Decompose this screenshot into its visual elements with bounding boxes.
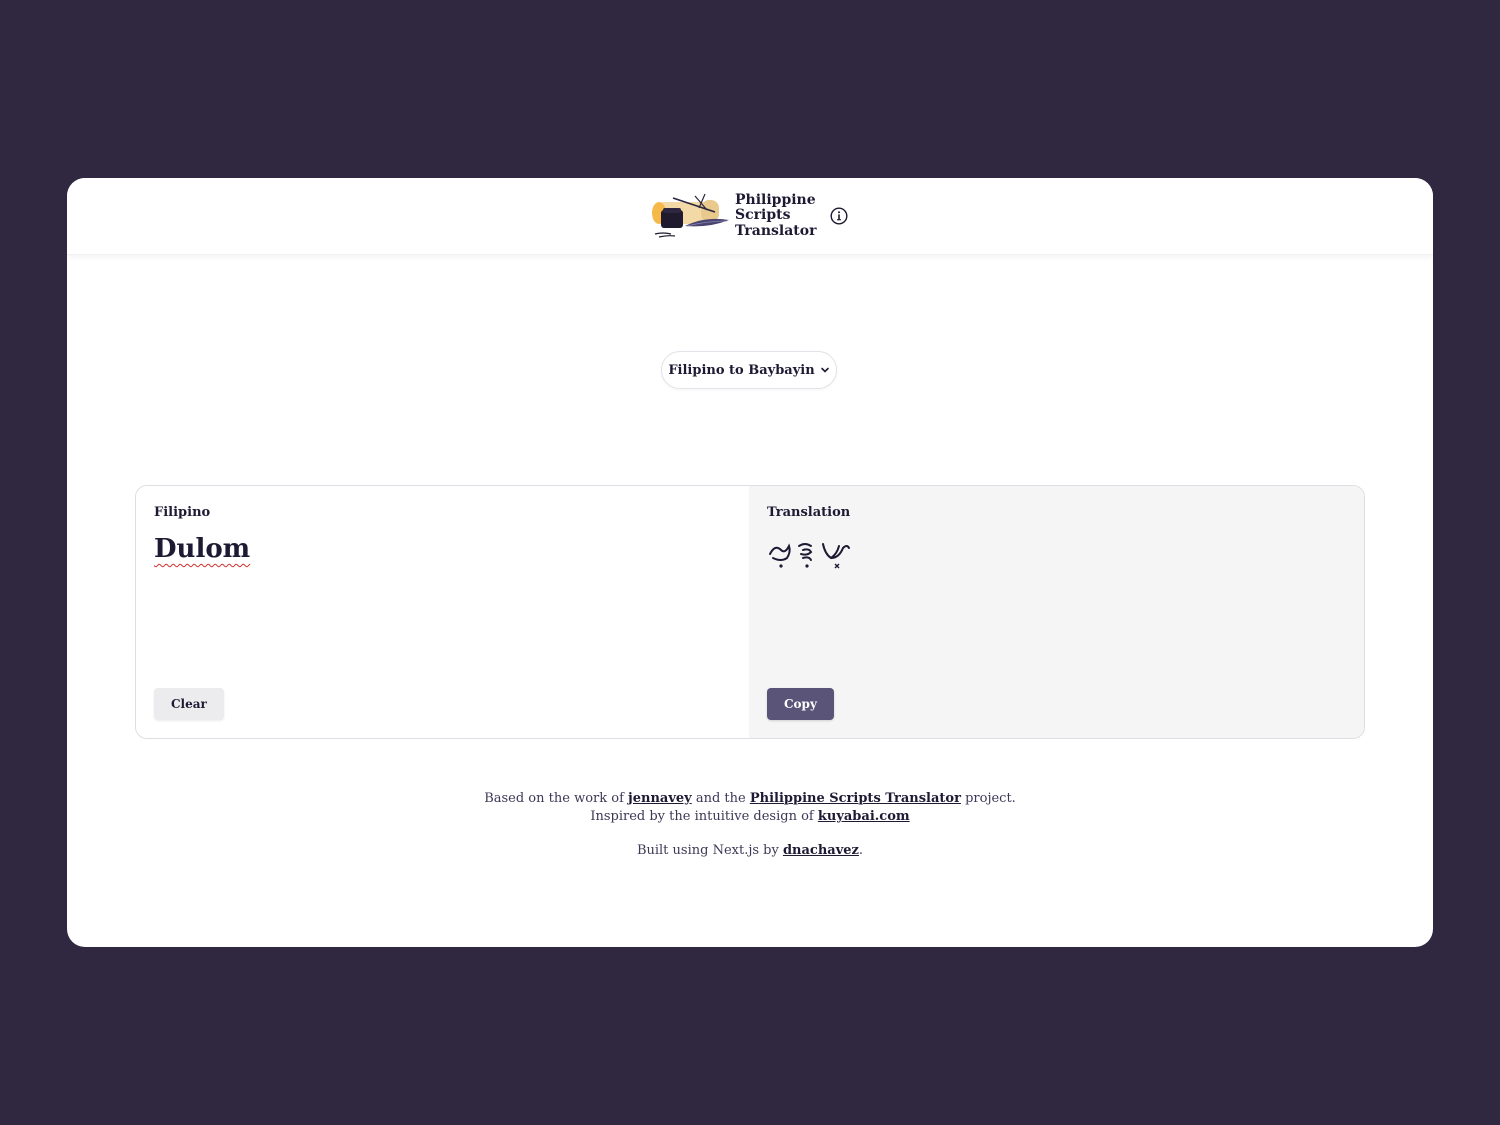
translation-label: Translation (767, 505, 851, 520)
footer-text: and the (691, 791, 750, 806)
baybayin-output-glyphs (769, 543, 850, 569)
footer-spacer (67, 826, 1433, 842)
footer: Based on the work of jennavey and the Ph… (67, 790, 1433, 860)
input-language-label: Filipino (154, 505, 211, 520)
output-panel: Translation Copy (749, 486, 1364, 738)
app-window: Philippine Scripts Translator Filipino t… (67, 178, 1433, 947)
jennavey-link[interactable]: jennavey (628, 791, 692, 806)
header: Philippine Scripts Translator (67, 178, 1433, 255)
footer-built-line: Built using Next.js by dnachavez. (67, 842, 1433, 860)
ink-scroll-logo-icon (652, 193, 729, 238)
footer-text: Inspired by the intuitive design of (590, 809, 818, 824)
chevron-down-icon (820, 367, 829, 373)
source-text-input[interactable]: Dulom (154, 534, 250, 564)
input-panel: Filipino Dulom Clear (136, 486, 749, 738)
footer-text: Built using Next.js by (636, 843, 783, 858)
app-title: Philippine Scripts Translator (735, 191, 817, 240)
footer-text: project. (960, 791, 1016, 806)
footer-text: . (858, 843, 864, 858)
translator-panels: Filipino Dulom Clear Translation Copy (135, 485, 1365, 739)
info-circle-icon[interactable] (830, 207, 848, 225)
dnachavez-link[interactable]: dnachavez (783, 843, 859, 858)
app-title-line: Scripts (735, 207, 791, 224)
footer-inspired-line: Inspired by the intuitive design of kuya… (67, 808, 1433, 826)
copy-button[interactable]: Copy (767, 688, 834, 720)
kuyabai-link[interactable]: kuyabai.com (818, 809, 910, 824)
translation-mode-dropdown[interactable]: Filipino to Baybayin (661, 351, 837, 389)
footer-text: Based on the work of (484, 791, 629, 806)
footer-credits-line: Based on the work of jennavey and the Ph… (67, 790, 1433, 808)
logo-group: Philippine Scripts Translator (649, 190, 848, 242)
philippine-scripts-translator-link[interactable]: Philippine Scripts Translator (750, 791, 961, 806)
clear-button[interactable]: Clear (154, 688, 224, 720)
app-title-line: Translator (735, 222, 817, 239)
translation-mode-label: Filipino to Baybayin (668, 362, 815, 378)
app-title-line: Philippine (735, 191, 816, 208)
